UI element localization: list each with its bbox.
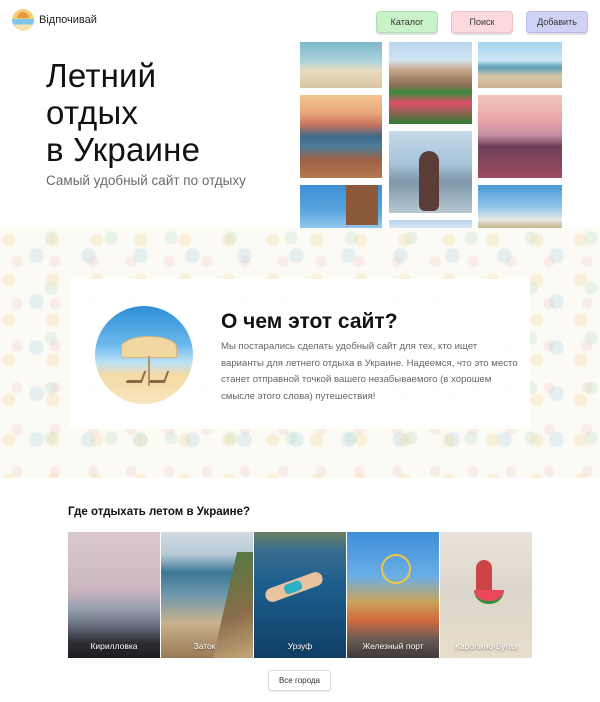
photo-collage — [300, 42, 562, 228]
city-card[interactable]: Железный порт — [347, 532, 439, 658]
site-logo[interactable]: Відпочивай — [12, 9, 97, 31]
umbrella-icon — [121, 336, 177, 358]
watermelon-shape — [474, 590, 504, 604]
city-label: Железный порт — [362, 641, 424, 651]
collage-photo-umbrellas — [478, 185, 562, 228]
collage-photo-sunset-waves — [300, 95, 382, 178]
hero-title-line: Летний — [46, 57, 157, 94]
city-label: Затока — [193, 641, 221, 651]
city-label: Кирилловка — [90, 641, 138, 651]
collage-photo-pink-sunset — [478, 95, 562, 178]
beach-logo-icon — [12, 9, 34, 31]
about-title: О чем этот сайт? — [221, 310, 398, 333]
collage-photo-sky — [389, 220, 472, 228]
city-label: Урзуф — [287, 641, 313, 651]
collage-photo-pier — [300, 185, 382, 228]
hero-subtitle: Самый удобный сайт по отдыху — [46, 173, 246, 188]
logo-text: Відпочивай — [39, 14, 97, 26]
deck-chair-icon — [125, 371, 147, 383]
collage-photo-woman-sea — [389, 131, 472, 213]
city-label: Каролино-Бугаз — [455, 641, 517, 651]
city-card[interactable]: Затока — [161, 532, 253, 658]
hero-title-line: в Украине — [46, 131, 201, 168]
add-button[interactable]: Добавить — [526, 11, 588, 33]
hero-title: Летний отдых в Украине — [46, 57, 200, 168]
figure-shape — [419, 151, 439, 211]
ferris-wheel-shape — [381, 554, 411, 584]
swimmer-shape — [263, 570, 325, 604]
collage-photo-beach — [300, 42, 382, 88]
city-card[interactable]: Кирилловка — [68, 532, 160, 658]
city-card[interactable]: Урзуф — [254, 532, 346, 658]
hero-title-line: отдых — [46, 94, 139, 131]
deck-chair-icon — [148, 371, 170, 383]
beach-umbrella-illustration — [95, 306, 193, 404]
collage-photo-shore — [478, 42, 562, 88]
all-cities-button[interactable]: Все города — [268, 670, 331, 691]
pier-shape — [346, 185, 378, 225]
collage-photo-hotel — [389, 42, 472, 124]
about-text: Мы постарались сделать удобный сайт для … — [221, 341, 518, 402]
city-card[interactable]: Каролино-Бугаз — [440, 532, 532, 658]
cities-section-title: Где отдыхать летом в Украине? — [68, 506, 251, 518]
search-button[interactable]: Поиск — [451, 11, 513, 33]
catalog-button[interactable]: Каталог — [376, 11, 438, 33]
